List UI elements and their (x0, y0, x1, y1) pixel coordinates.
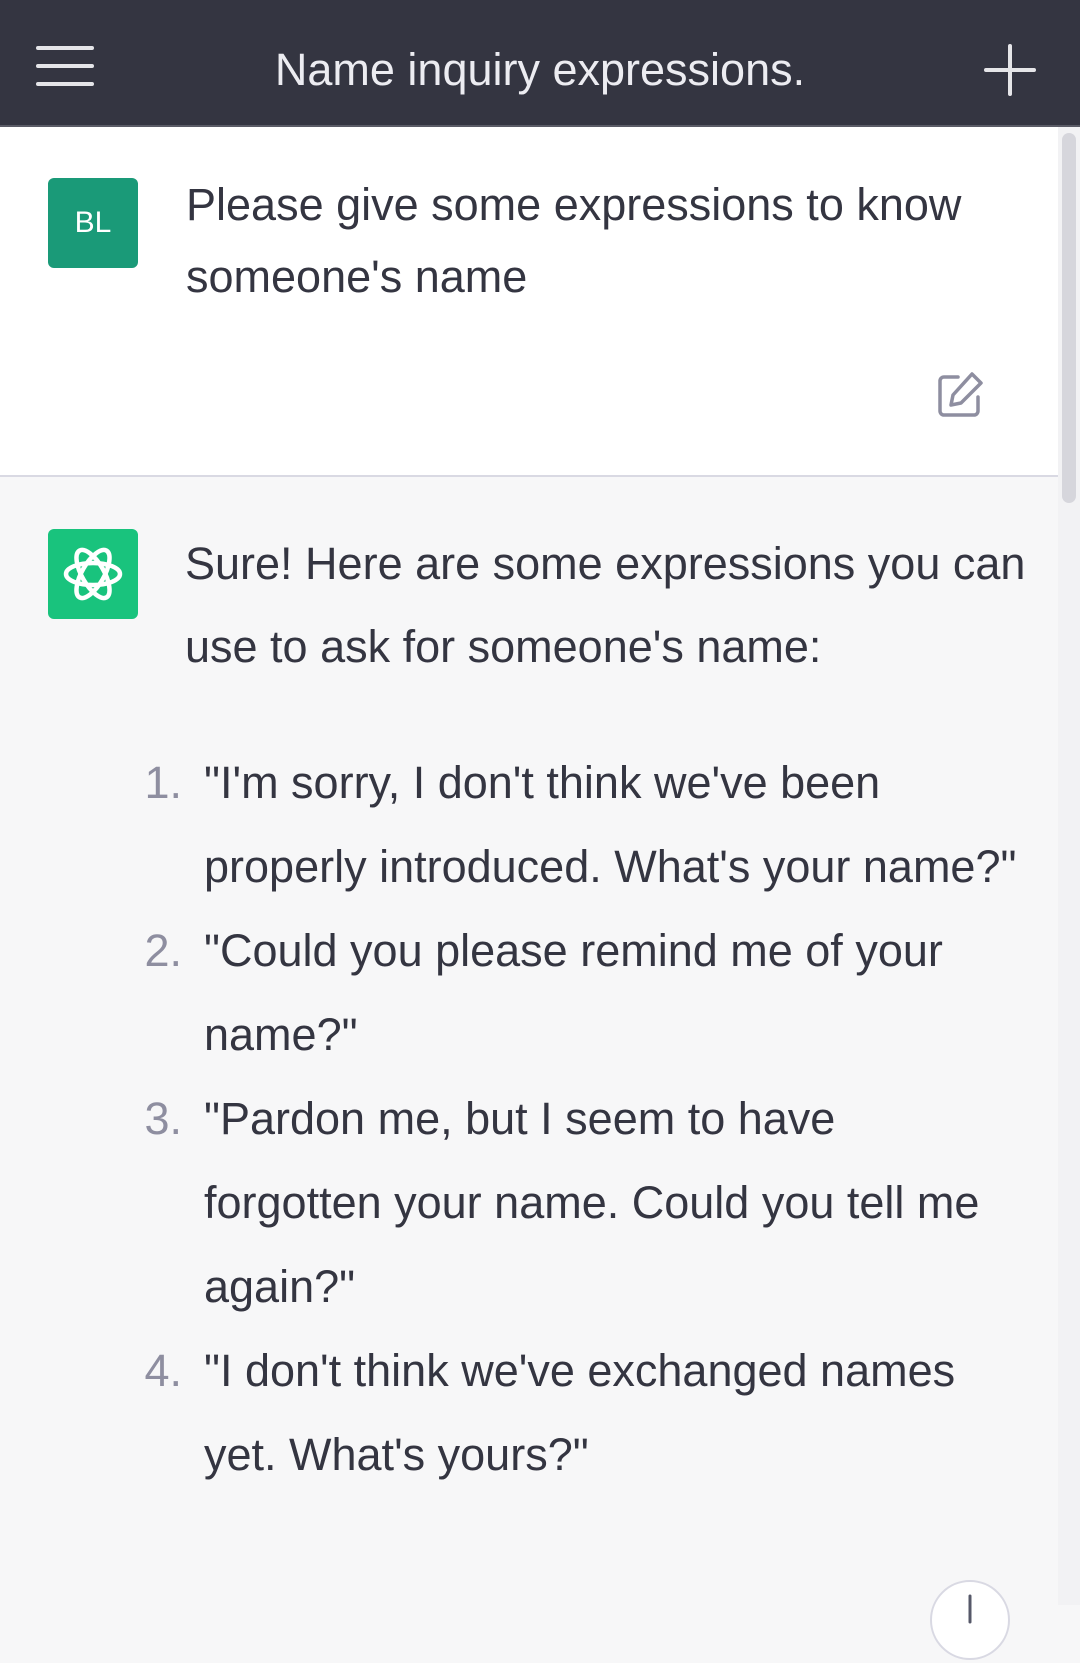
list-item-text: "Could you please remind me of your name… (204, 925, 943, 1060)
user-avatar: BL (48, 178, 138, 268)
scroll-to-bottom-button[interactable] (930, 1580, 1010, 1660)
hamburger-menu-icon[interactable] (30, 36, 100, 96)
expression-list: 1. "I'm sorry, I don't think we've been … (0, 741, 1058, 1497)
assistant-message: Sure! Here are some expressions you can … (0, 477, 1058, 1605)
menu-line (36, 46, 94, 50)
list-number: 1. (144, 757, 182, 808)
menu-line (36, 64, 94, 68)
arrow-down-icon (968, 1594, 972, 1624)
scrollbar[interactable] (1058, 127, 1080, 1605)
list-item: 3. "Pardon me, but I seem to have forgot… (0, 1077, 1058, 1329)
user-message-text: Please give some expressions to know som… (186, 179, 962, 302)
list-number: 2. (144, 925, 182, 976)
top-navigation-bar: Name inquiry expressions. (0, 0, 1080, 127)
scrollbar-thumb[interactable] (1062, 133, 1076, 503)
edit-icon[interactable] (934, 369, 986, 421)
assistant-intro-text: Sure! Here are some expressions you can … (185, 538, 1026, 672)
list-item: 2. "Could you please remind me of your n… (0, 909, 1058, 1077)
menu-line (36, 82, 94, 86)
list-item: 4. "I don't think we've exchanged names … (0, 1329, 1058, 1497)
openai-logo-icon (48, 529, 138, 619)
list-number: 3. (144, 1093, 182, 1144)
list-item: 1. "I'm sorry, I don't think we've been … (0, 741, 1058, 909)
conversation-title: Name inquiry expressions. (274, 44, 806, 95)
list-item-text: "I don't think we've exchanged names yet… (204, 1345, 956, 1480)
list-item-text: "Pardon me, but I seem to have forgotten… (204, 1093, 980, 1312)
plus-icon[interactable] (980, 40, 1040, 100)
list-item-text: "I'm sorry, I don't think we've been pro… (204, 757, 1017, 892)
list-number: 4. (144, 1345, 182, 1396)
user-message: BL Please give some expressions to know … (0, 127, 1058, 477)
